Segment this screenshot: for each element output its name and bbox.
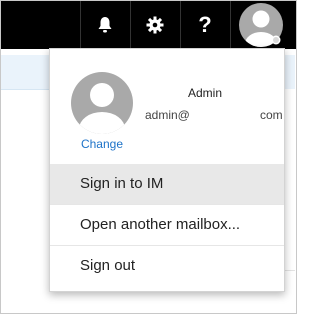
menu-item-open-another-mailbox[interactable]: Open another mailbox... — [50, 205, 284, 245]
change-photo-link[interactable]: Change — [68, 137, 136, 151]
page-background-panel — [1, 55, 49, 89]
toolbar-separator — [230, 1, 231, 49]
profile-email: admin@ — [145, 108, 190, 122]
profile-name: Admin — [188, 86, 223, 100]
notifications-button[interactable] — [81, 1, 129, 49]
bell-icon — [98, 17, 112, 33]
profile-email-domain: com — [260, 108, 283, 122]
account-button[interactable] — [233, 1, 289, 49]
profile-section: Change Admin admin@ com — [50, 49, 284, 164]
page-background-panel — [285, 55, 295, 89]
account-dropdown-menu: Change Admin admin@ com Sign in to IM Op… — [49, 48, 285, 292]
question-icon: ? — [198, 12, 212, 37]
user-avatar-icon — [239, 3, 283, 47]
profile-avatar-icon — [71, 72, 133, 134]
page-background-divider — [1, 89, 49, 90]
menu-item-sign-out[interactable]: Sign out — [50, 246, 284, 286]
top-navigation-bar: ? — [1, 1, 296, 49]
menu-item-sign-in-to-im[interactable]: Sign in to IM — [50, 164, 284, 204]
settings-button[interactable] — [131, 1, 179, 49]
help-button[interactable]: ? — [181, 1, 229, 49]
gear-icon — [146, 16, 164, 34]
page-background-divider — [285, 270, 295, 271]
